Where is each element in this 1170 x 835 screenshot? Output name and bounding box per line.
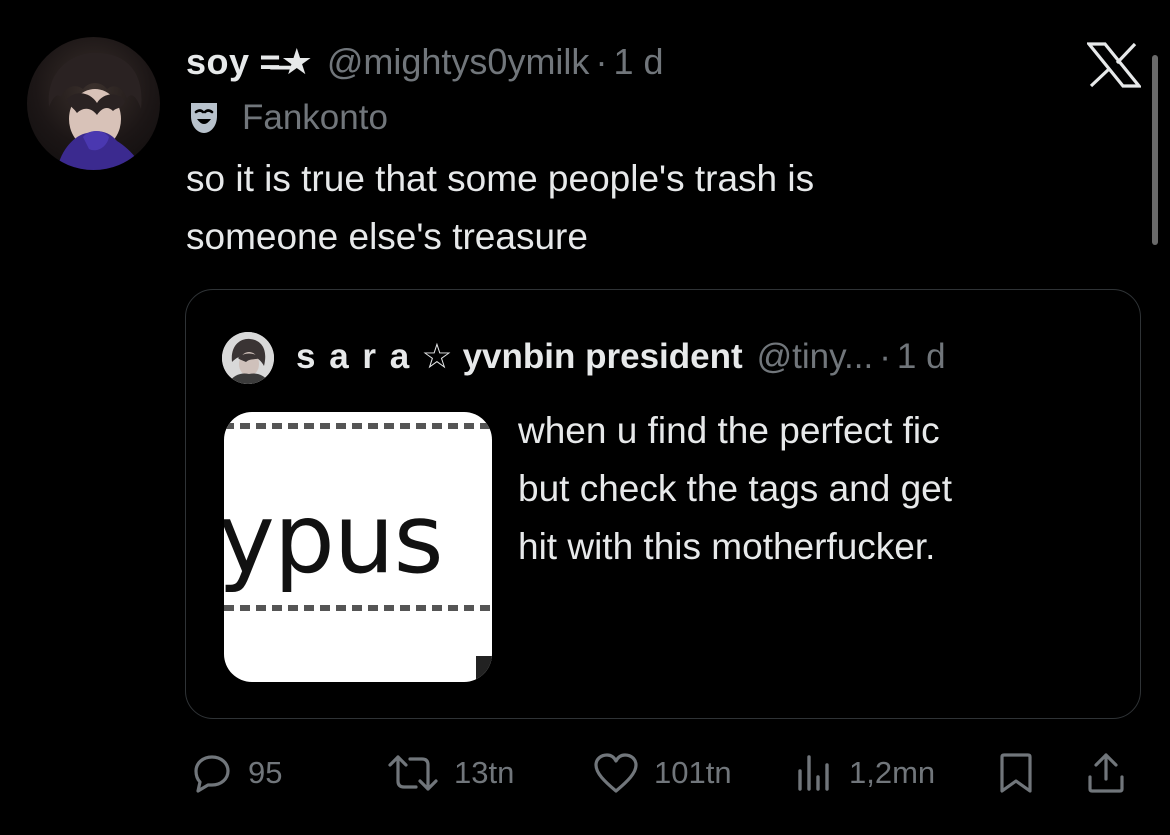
dashed-border-top	[224, 423, 492, 429]
tweet-header: soy =̶★ @mightys0ymilk · 1 d	[186, 40, 663, 84]
community-mask-icon	[191, 103, 217, 133]
quoted-text-line: when u find the perfect fic	[518, 410, 940, 451]
scrollbar[interactable]	[1152, 55, 1158, 245]
author-name-decoration: =̶★	[259, 41, 313, 82]
quoted-handle[interactable]: @tiny...	[757, 334, 874, 380]
view-count: 1,2mn	[849, 755, 936, 790]
heart-icon	[594, 753, 638, 793]
quoted-tweet-card[interactable]: s a r a ☆ yvnbin president @tiny... · 1 …	[185, 289, 1141, 719]
like-button[interactable]: 101tn	[592, 745, 732, 801]
tweet-text-line: so it is true that some people's trash i…	[186, 158, 815, 199]
like-count: 101tn	[654, 755, 732, 790]
share-icon	[1088, 753, 1124, 793]
reply-button[interactable]: 95	[190, 745, 282, 801]
bookmark-button[interactable]	[998, 745, 1034, 801]
media-cropped-text: ypus	[224, 483, 444, 595]
reply-count: 95	[248, 755, 283, 790]
quoted-media-image[interactable]: ypus	[224, 412, 492, 682]
repost-button[interactable]: 13tn	[386, 745, 514, 801]
views-button[interactable]: 1,2mn	[795, 745, 935, 801]
tweet-detail: soy =̶★ @mightys0ymilk · 1 d Fankonto so…	[0, 0, 1170, 835]
tweet-text-line: someone else's treasure	[186, 216, 588, 257]
repost-count: 13tn	[454, 755, 515, 790]
bookmark-icon	[1000, 753, 1032, 793]
tweet-timestamp[interactable]: 1 d	[613, 40, 663, 84]
quoted-display-name[interactable]: s a r a	[296, 334, 411, 380]
community-label[interactable]: Fankonto	[186, 96, 388, 140]
tweet-body: so it is true that some people's trash i…	[186, 150, 1086, 266]
quoted-text-line: hit with this motherfucker.	[518, 526, 936, 567]
reply-icon	[194, 755, 230, 793]
share-button[interactable]	[1086, 745, 1126, 801]
quoted-timestamp[interactable]: 1 d	[897, 334, 946, 380]
author-display-name[interactable]: soy	[186, 40, 250, 84]
author-avatar[interactable]	[27, 37, 160, 170]
separator-dot: ·	[595, 41, 608, 82]
quoted-text-line: but check the tags and get	[518, 468, 953, 509]
author-handle[interactable]: @mightys0ymilk	[327, 40, 590, 84]
views-bar-chart-icon	[798, 755, 829, 791]
media-corner-mark	[476, 656, 492, 682]
x-logo-icon[interactable]	[1085, 42, 1143, 88]
separator-dot: ·	[879, 337, 891, 376]
quoted-tweet-header: s a r a ☆ yvnbin president @tiny... · 1 …	[296, 334, 946, 380]
community-name: Fankonto	[242, 98, 388, 137]
quoted-tweet-body: when u find the perfect fic but check th…	[518, 402, 952, 576]
star-outline-icon: ☆	[421, 337, 453, 376]
dashed-border-bottom	[224, 605, 492, 611]
quoted-author-avatar[interactable]	[222, 332, 274, 384]
repost-icon	[388, 755, 438, 791]
action-bar: 95 13tn 101tn 1,2mn	[0, 745, 1170, 801]
quoted-display-name-suffix[interactable]: yvnbin president	[463, 334, 743, 380]
